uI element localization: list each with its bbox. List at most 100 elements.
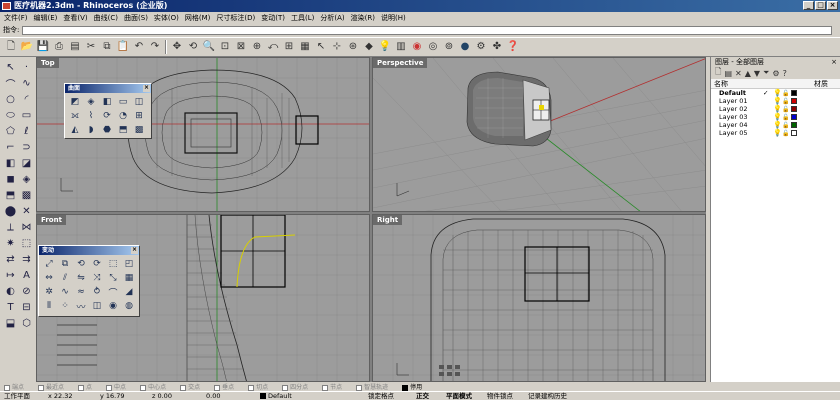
move-icon[interactable]: ⇄ — [3, 252, 18, 267]
arc-icon[interactable]: ◜ — [19, 92, 34, 107]
flow-icon[interactable]: ≈ — [74, 286, 88, 298]
osnap-checkbox[interactable] — [322, 384, 329, 391]
help-icon[interactable]: ❓ — [506, 40, 520, 54]
menu-curve[interactable]: 曲线(C) — [94, 13, 118, 23]
rail-revolve-icon[interactable]: ◔ — [116, 110, 130, 122]
array-polar-icon[interactable]: ✲ — [42, 286, 56, 298]
layer-row[interactable]: Default ✓ 💡 🔓 — [711, 89, 840, 97]
osnap-item[interactable]: 四分点 — [282, 382, 308, 391]
paste-icon[interactable]: 📋 — [116, 40, 130, 54]
copy-icon[interactable]: ⧉ — [100, 40, 114, 54]
layer-color-swatch[interactable] — [791, 90, 797, 96]
ellipse-icon[interactable]: ⬭ — [3, 108, 18, 123]
plugin-icon[interactable]: ✤ — [490, 40, 504, 54]
analyze-icon[interactable]: ⬓ — [3, 316, 18, 331]
cplane-icon[interactable]: ▦ — [298, 40, 312, 54]
render-tool-icon[interactable]: ⬡ — [19, 316, 34, 331]
mesh-icon[interactable]: ▩ — [19, 188, 34, 203]
osnap-checkbox[interactable] — [402, 384, 409, 391]
surface-edge-icon[interactable]: ◪ — [19, 156, 34, 171]
current-layer[interactable]: Default — [260, 392, 292, 400]
blend-surface-icon[interactable]: ◗ — [84, 124, 98, 136]
layer-tools-icon[interactable]: ⚙ — [772, 69, 779, 78]
select-arrow-icon[interactable]: ↖ — [3, 60, 18, 75]
shear-icon[interactable]: ⫽ — [58, 272, 72, 284]
minimize-button[interactable]: _ — [803, 1, 814, 10]
new-sublayer-icon[interactable]: ▤ — [724, 69, 732, 78]
dimension-icon[interactable]: ↦ — [3, 268, 18, 283]
open-folder-icon[interactable]: 📂 — [20, 40, 34, 54]
shaded-icon[interactable]: ◎ — [426, 40, 440, 54]
planar-surface-icon[interactable]: ◧ — [100, 96, 114, 108]
zoom-extents-icon[interactable]: ⊠ — [234, 40, 248, 54]
orient-3pt-icon[interactable]: ⤡ — [106, 272, 120, 284]
trim-icon[interactable]: ✕ — [19, 204, 34, 219]
layer-visible-icon[interactable]: 💡 — [773, 89, 782, 97]
set-points-icon[interactable]: ⁘ — [58, 300, 72, 312]
move-up-icon[interactable]: ▲ — [745, 69, 751, 78]
osnap-checkbox[interactable] — [38, 384, 45, 391]
boolean-union-icon[interactable]: ⬤ — [3, 204, 18, 219]
light-icon[interactable]: 💡 — [378, 40, 392, 54]
heightfield-icon[interactable]: ▩ — [132, 124, 146, 136]
layer-visible-icon[interactable]: 💡 — [773, 113, 782, 121]
osnap-checkbox[interactable] — [248, 384, 255, 391]
layer-visible-icon[interactable]: 💡 — [773, 129, 782, 137]
edge-curves-icon[interactable]: ⬣ — [100, 124, 114, 136]
orient-icon[interactable]: ⤨ — [90, 272, 104, 284]
close-icon[interactable]: × — [131, 247, 138, 254]
freeform-icon[interactable]: ℓ — [19, 124, 34, 139]
osnap-item[interactable]: 中心点 — [140, 382, 166, 391]
import-icon[interactable]: ▤ — [68, 40, 82, 54]
join-icon[interactable]: ⋈ — [19, 220, 34, 235]
osnap-item[interactable]: 交点 — [180, 382, 200, 391]
ortho-toggle[interactable]: 正交 — [416, 392, 429, 400]
layers-col-material[interactable]: 材质 — [811, 79, 828, 88]
layer-lock-icon[interactable]: 🔓 — [782, 90, 791, 97]
layer-name[interactable]: Layer 01 — [711, 97, 763, 105]
osnap-checkbox[interactable] — [180, 384, 187, 391]
move-tool-icon[interactable]: ⤢ — [42, 258, 56, 270]
array-curve-icon[interactable]: ∿ — [58, 286, 72, 298]
array-icon[interactable]: ⊟ — [19, 300, 34, 315]
layer-color-swatch[interactable] — [791, 106, 797, 112]
osnap-item[interactable]: 中点 — [106, 382, 126, 391]
menu-tools[interactable]: 工具(L) — [291, 13, 314, 23]
polyline-icon[interactable]: ⌒ — [3, 76, 18, 91]
viewport-title-top[interactable]: Top — [37, 58, 59, 68]
surface-from-edges-icon[interactable]: ◈ — [84, 96, 98, 108]
grid-snap-icon[interactable]: ⊛ — [346, 40, 360, 54]
array-rect-icon[interactable]: ▦ — [122, 272, 136, 284]
layer-row[interactable]: Layer 05 💡 🔓 — [711, 129, 840, 137]
osnap-checkbox[interactable] — [78, 384, 85, 391]
rectangle-icon[interactable]: ▭ — [19, 108, 34, 123]
menu-mesh[interactable]: 网格(M) — [185, 13, 211, 23]
circle-icon[interactable]: ○ — [3, 92, 18, 107]
rectangle-surface-icon[interactable]: ▭ — [116, 96, 130, 108]
osnap-item[interactable]: 停用 — [402, 382, 422, 391]
copy-tool-icon[interactable]: ⇉ — [19, 252, 34, 267]
viewport-title-right[interactable]: Right — [373, 215, 403, 225]
layer-color-swatch[interactable] — [791, 122, 797, 128]
menu-help[interactable]: 说明(H) — [381, 13, 406, 23]
print-icon[interactable]: ⎙ — [52, 40, 66, 54]
rotate-view-icon[interactable]: ⟲ — [186, 40, 200, 54]
layer-name[interactable]: Layer 02 — [711, 105, 763, 113]
menu-transform[interactable]: 变动(T) — [261, 13, 285, 23]
osnap-toggle[interactable]: 物件锁点 — [487, 392, 513, 400]
redo-icon[interactable]: ↷ — [148, 40, 162, 54]
lock-icon[interactable]: ⊘ — [19, 284, 34, 299]
osnap-checkbox[interactable] — [140, 384, 147, 391]
osnap-item[interactable]: 切点 — [248, 382, 268, 391]
explode-icon[interactable]: ✷ — [3, 236, 18, 251]
delete-layer-icon[interactable]: ✕ — [735, 69, 742, 78]
history-toggle[interactable]: 记录建构历史 — [528, 392, 567, 400]
smooth-icon[interactable]: 〰 — [74, 300, 88, 313]
properties-icon[interactable]: ▥ — [394, 40, 408, 54]
layer-row[interactable]: Layer 04 💡 🔓 — [711, 121, 840, 129]
menu-render[interactable]: 渲染(R) — [351, 13, 375, 23]
close-button[interactable]: × — [827, 1, 838, 10]
menu-surface[interactable]: 曲面(S) — [124, 13, 148, 23]
fillet-curve-icon[interactable]: ⌐ — [3, 140, 18, 155]
menu-view[interactable]: 查看(V) — [63, 13, 87, 23]
